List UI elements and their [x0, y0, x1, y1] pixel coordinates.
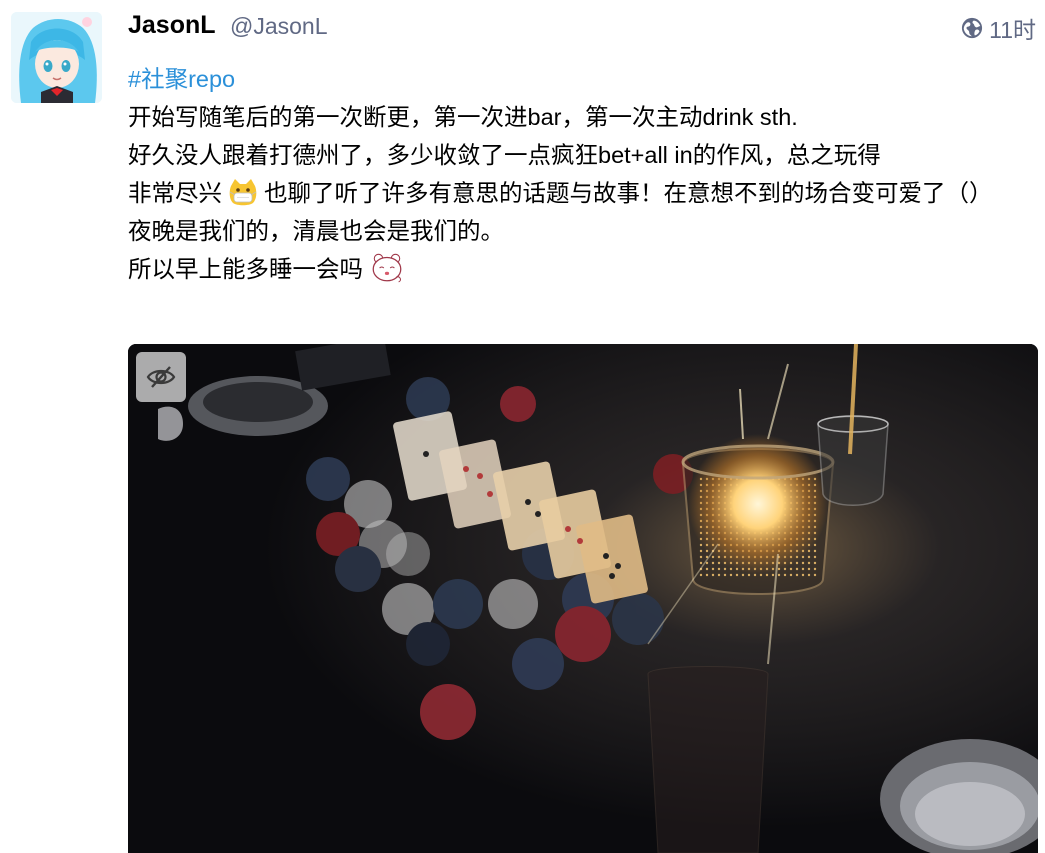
status-content: #社聚repo 开始写随笔后的第一次断更，第一次进bar，第一次主动drink …	[128, 60, 1038, 288]
content-line-5-text: 所以早上能多睡一会吗	[128, 256, 363, 282]
content-line-3-end: 也聊了听了许多有意思的话题与故事！在意想不到的场合变可爱了（）	[264, 180, 993, 206]
account-handle[interactable]: @JasonL	[230, 13, 328, 40]
poker-table-photo	[128, 344, 1038, 853]
content-line-3-start: 非常尽兴	[128, 180, 222, 206]
avatar-image	[11, 12, 102, 103]
content-line-2: 好久没人跟着打德州了，多少收敛了一点疯狂bet+all in的作风，总之玩得	[128, 142, 881, 168]
eye-slash-icon	[146, 366, 176, 388]
content-line-3: 非常尽兴 也聊了听了许多有意思的话题与故事！在意想不到的场合变可爱了（）	[128, 174, 1038, 212]
media-attachment[interactable]	[128, 344, 1038, 853]
status-timestamp[interactable]: 11时	[989, 11, 1036, 45]
status-post: JasonL @JasonL 11时 #社聚repo 开始写随笔后的第一次断更，…	[0, 0, 1045, 853]
content-line-4: 夜晚是我们的，清晨也会是我们的。	[128, 218, 504, 244]
sleepy-bear-sticker-icon	[372, 253, 402, 283]
status-meta: 11时	[961, 11, 1036, 45]
content-line-1: 开始写随笔后的第一次断更，第一次进bar，第一次主动drink sth.	[128, 104, 798, 130]
hashtag-link[interactable]: #社聚repo	[128, 66, 235, 92]
avatar[interactable]	[11, 12, 102, 103]
cat-mask-emoji-icon	[229, 179, 257, 206]
content-line-5: 所以早上能多睡一会吗	[128, 250, 1038, 288]
display-name[interactable]: JasonL	[128, 11, 216, 40]
globe-icon	[962, 17, 983, 39]
hide-media-button[interactable]	[136, 352, 186, 402]
